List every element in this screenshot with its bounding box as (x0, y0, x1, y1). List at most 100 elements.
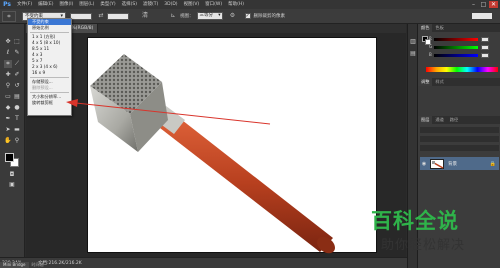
overlay-view-value: 三等分 (199, 13, 214, 18)
menu-select[interactable]: 选择(S) (119, 0, 140, 9)
red-slider[interactable]: R (429, 36, 489, 42)
gradient-tool-icon[interactable]: ▤ (13, 93, 21, 101)
clone-stamp-tool-icon[interactable]: ⚲ (4, 82, 12, 90)
lock-fill-bar[interactable] (420, 145, 499, 151)
menu-bar: Ps 文件(F) 编辑(E) 图像(I) 图层(L) 类型(Y) 选择(S) 滤… (0, 0, 500, 9)
menu-3d[interactable]: 3D(D) (161, 0, 180, 9)
blue-track[interactable] (434, 54, 478, 57)
properties-panel-icon[interactable]: ▤ (409, 50, 417, 58)
history-brush-tool-icon[interactable]: ↺ (13, 82, 21, 90)
quick-mask-icon[interactable]: ◘ (8, 171, 16, 179)
tools-panel: ✥ ⬚ ℓ ✎ ⌗ ⟋ ✚ ✐ ⚲ ↺ ▭ ▤ ◆ ● ✒ T ➤ ▬ ✋ ⚲ … (0, 24, 25, 260)
marquee-tool-icon[interactable]: ⬚ (13, 38, 21, 46)
layers-panel-tabs: 图层 通道 路径 (418, 116, 500, 124)
document-tab-bar: 476044.jpg @ 230%(RGB/8) (26, 24, 406, 33)
blue-value-box[interactable] (481, 53, 489, 58)
blue-slider[interactable]: B (429, 52, 489, 58)
brush-tool-icon[interactable]: ✐ (13, 71, 21, 79)
timeline-tab[interactable]: 时间轴 (29, 262, 47, 268)
menu-edit[interactable]: 编辑(E) (35, 0, 56, 9)
tab-layers[interactable]: 图层 (418, 116, 433, 124)
menu-view[interactable]: 视图(V) (181, 0, 203, 9)
adjustments-panel: 调整 样式 (418, 78, 500, 116)
history-panel-icon[interactable]: ▥ (409, 38, 417, 46)
tab-paths[interactable]: 路径 (447, 116, 461, 124)
adjustments-panel-tabs: 调整 样式 (418, 78, 500, 86)
tab-styles[interactable]: 样式 (432, 78, 446, 86)
pen-tool-icon[interactable]: ✒ (4, 115, 12, 123)
crop-height-input[interactable] (107, 12, 129, 20)
layer-thumbnail-image (432, 160, 444, 169)
zoom-tool-icon[interactable]: ⚲ (13, 137, 21, 145)
watermark: 百科全说 助你轻松解决 (365, 205, 500, 265)
crop-tool-icon[interactable]: ⌗ (4, 60, 12, 68)
lasso-tool-icon[interactable]: ℓ (4, 49, 12, 57)
delete-cropped-checkbox[interactable]: ✓ (244, 13, 251, 19)
color-spectrum-bar[interactable] (426, 67, 498, 72)
crop-tool-preset-icon[interactable]: ⌗ (2, 10, 16, 22)
layer-name: 背景 (448, 161, 457, 167)
watermark-subtitle: 助你轻松解决 (381, 238, 466, 253)
menu-layer[interactable]: 图层(L) (76, 0, 97, 9)
layer-row-background[interactable]: ◉ 背景 🔒 (420, 157, 499, 170)
blur-tool-icon[interactable]: ◆ (4, 104, 12, 112)
healing-brush-tool-icon[interactable]: ✚ (4, 71, 12, 79)
foreground-color-swatch[interactable] (5, 153, 14, 162)
tab-color[interactable]: 颜色 (418, 24, 433, 32)
green-slider[interactable]: G (429, 44, 489, 50)
crop-width-input[interactable] (70, 12, 92, 20)
green-channel-label: G (429, 44, 433, 49)
close-button[interactable]: ✕ (489, 1, 498, 8)
layer-filter-bar[interactable] (420, 127, 499, 133)
workspace-switcher[interactable] (472, 13, 492, 19)
dodge-tool-icon[interactable]: ● (13, 104, 21, 112)
maximize-button[interactable]: □ (479, 1, 488, 8)
overlay-view-select[interactable]: 三等分 ▾ (196, 12, 223, 20)
layer-thumbnail (430, 158, 444, 169)
clear-button[interactable]: 清 (139, 12, 151, 20)
straighten-icon[interactable]: ⊾ (169, 12, 177, 20)
dropdown-item-delete-preset[interactable]: 删除预设... (28, 85, 71, 91)
gear-icon[interactable]: ⚙ (229, 12, 237, 20)
dropdown-item-16x9[interactable]: 16 x 9 (28, 70, 71, 76)
blend-mode-bar[interactable] (420, 136, 499, 142)
eyedropper-tool-icon[interactable]: ⟋ (13, 60, 21, 68)
screen-mode-icon[interactable]: ▣ (8, 181, 16, 189)
eraser-tool-icon[interactable]: ▭ (4, 93, 12, 101)
move-tool-icon[interactable]: ✥ (4, 38, 12, 46)
watermark-title: 百科全说 (371, 209, 459, 233)
path-select-tool-icon[interactable]: ➤ (4, 126, 12, 134)
menu-file[interactable]: 文件(F) (14, 0, 35, 9)
canvas-area[interactable] (26, 33, 406, 257)
window-controls: – □ ✕ (468, 0, 498, 9)
dropdown-item-rotate-crop-box[interactable]: 旋转裁剪框 (28, 100, 71, 106)
photoshop-logo: Ps (3, 1, 11, 8)
menu-type[interactable]: 类型(Y) (97, 0, 118, 9)
tab-channels[interactable]: 通道 (432, 116, 446, 124)
swap-icon[interactable]: ⇄ (97, 12, 105, 20)
view-label: 视图： (180, 14, 194, 19)
eye-icon[interactable]: ◉ (420, 161, 428, 167)
red-track[interactable] (434, 38, 478, 41)
mini-bridge-tab[interactable]: Mini Bridge (0, 262, 29, 268)
green-track[interactable] (434, 46, 478, 49)
shape-tool-icon[interactable]: ▬ (13, 126, 21, 134)
menu-window[interactable]: 窗口(W) (202, 0, 225, 9)
red-value-box[interactable] (481, 37, 489, 42)
dropdown-divider (30, 32, 69, 33)
type-tool-icon[interactable]: T (13, 115, 21, 123)
tab-adjustments[interactable]: 调整 (418, 78, 433, 86)
hand-tool-icon[interactable]: ✋ (4, 137, 12, 145)
dropdown-item-original-ratio[interactable]: 原始比例 (28, 25, 71, 31)
minimize-button[interactable]: – (469, 1, 478, 8)
menu-filter[interactable]: 滤镜(T) (140, 0, 161, 9)
lock-icon: 🔒 (489, 160, 496, 167)
quick-select-tool-icon[interactable]: ✎ (13, 49, 21, 57)
menu-help[interactable]: 帮助(H) (225, 0, 247, 9)
menu-image[interactable]: 图像(I) (56, 0, 76, 9)
green-value-box[interactable] (481, 45, 489, 50)
image-canvas[interactable] (87, 37, 377, 254)
tab-swatches[interactable]: 色板 (432, 24, 446, 32)
crop-ratio-dropdown: 不受约束 原始比例 1 x 1 (方形) 4 x 5 (8 x 10) 8.5 … (27, 18, 72, 116)
dropdown-divider (30, 92, 69, 93)
